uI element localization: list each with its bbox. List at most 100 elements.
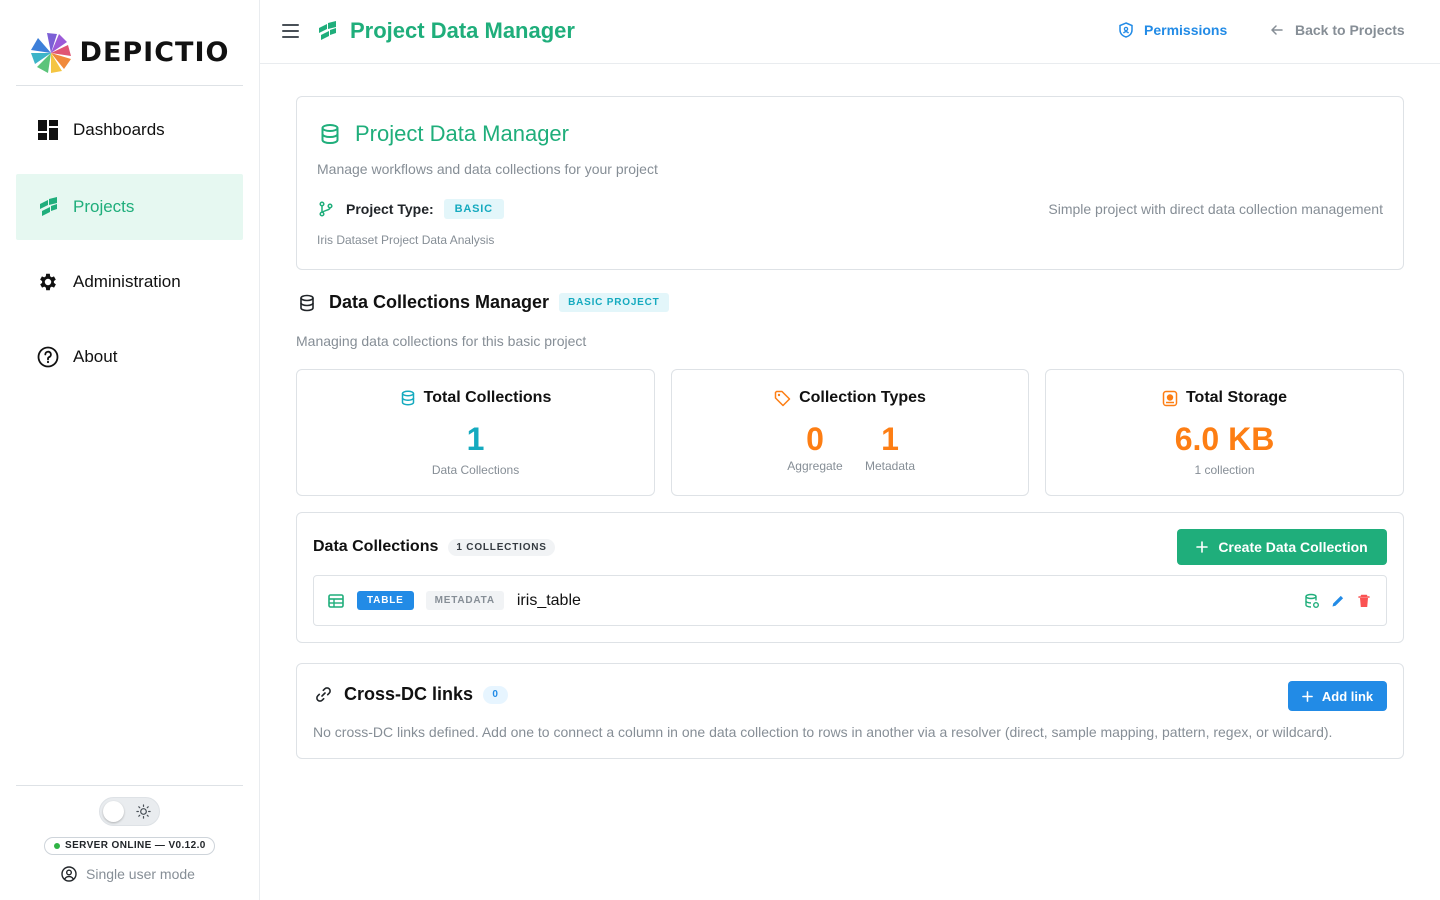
project-type-row: Project Type: BASIC [318,199,504,219]
app-logo[interactable]: DEPICTIO [16,20,243,86]
user-mode-text: Single user mode [86,866,195,882]
project-card-title: Project Data Manager [355,121,569,146]
stat-title: Total Collections [423,389,552,406]
stat-value: 6.0 KB [1174,421,1275,457]
data-collection-row[interactable]: TABLE METADATA iris_table [313,575,1387,626]
projects-icon [40,197,57,216]
aggregate-value: 0 [806,421,824,457]
dashboard-icon [38,120,58,140]
link-icon [316,687,331,702]
page-title: Project Data Manager [350,18,575,43]
logo-pinwheel-icon [30,32,71,73]
collection-type-badge: TABLE [357,591,414,610]
collection-meta-badge: METADATA [425,591,504,610]
project-type-badge: BASIC [443,199,504,219]
stat-title: Collection Types [799,389,926,406]
project-card-title-group: Project Data Manager [319,121,569,147]
data-collections-title: Data Collections [313,538,439,555]
project-info-card: Project Data Manager Manage workflows an… [296,96,1404,270]
total-storage-card: Total Storage 6.0 KB 1 collection [1045,369,1404,496]
menu-icon[interactable] [282,24,299,38]
stat-caption: Data Collections [431,463,520,477]
permissions-button[interactable]: Permissions [1118,22,1227,38]
stat-title: Total Storage [1185,389,1288,406]
database-icon [401,390,414,406]
git-branch-icon [319,201,333,217]
project-name: Iris Dataset Project Data Analysis [317,233,495,247]
metadata-value: 1 [881,421,899,457]
stat-caption: 1 collection [1194,463,1255,477]
create-data-collection-label: Create Data Collection [1218,539,1368,555]
project-type-label: Project Type: [346,201,434,217]
permissions-label: Permissions [1144,22,1228,38]
collection-name: iris_table [516,591,581,609]
stat-header: Total Storage [1046,389,1403,407]
data-collections-card: Data Collections 1 COLLECTIONS Create Da… [296,512,1404,643]
project-type-note: Simple project with direct data collecti… [1048,201,1383,217]
cross-dc-description: No cross-DC links defined. Add one to co… [313,724,1333,740]
project-card-description: Manage workflows and data collections fo… [317,161,658,177]
collections-count-badge: 1 COLLECTIONS [448,538,555,556]
add-link-button[interactable]: Add link [1288,681,1387,711]
logo-text: DEPICTIO [79,37,230,68]
metadata-label: Metadata [864,459,916,473]
sidebar-item-dashboards[interactable]: Dashboards [16,97,243,163]
data-collections-heading: Data Collections 1 COLLECTIONS [313,538,555,556]
collections-manager-heading: Data Collections Manager BASIC PROJECT [299,292,669,313]
hard-drive-icon [1162,390,1178,406]
database-icon [300,294,314,311]
sidebar: DEPICTIO Dashboards Projects Administrat… [0,0,260,900]
top-header: Project Data Manager Permissions Back to… [260,0,1440,64]
gear-icon [40,273,56,291]
stat-header: Collection Types [672,389,1028,407]
sidebar-item-about[interactable]: About [16,324,243,390]
theme-toggle[interactable] [99,797,160,826]
toggle-knob [103,801,124,822]
user-circle-icon [61,866,77,882]
trash-icon[interactable] [1356,593,1372,609]
create-data-collection-button[interactable]: Create Data Collection [1177,529,1387,565]
pencil-icon[interactable] [1330,593,1346,609]
back-label: Back to Projects [1295,22,1405,38]
row-actions [1294,593,1372,609]
aggregate-label: Aggregate [787,459,843,473]
project-kind-badge: BASIC PROJECT [559,293,669,312]
help-circle-icon [37,346,59,368]
tag-icon [774,390,791,406]
sidebar-item-label: Dashboards [73,120,165,139]
cross-dc-links-card: Cross-DC links 0 Add link No cross-DC li… [296,663,1404,759]
plus-icon [1301,690,1313,702]
sidebar-item-projects[interactable]: Projects [16,174,243,240]
sidebar-item-label: About [73,347,118,366]
cross-dc-count-badge: 0 [483,685,509,704]
projects-icon [319,21,336,40]
total-collections-card: Total Collections 1 Data Collections [296,369,655,496]
status-dot [54,843,60,849]
user-mode: Single user mode [61,866,195,882]
add-link-label: Add link [1321,688,1374,704]
aggregate-count: 0 Aggregate [780,421,850,473]
table-icon [328,593,344,608]
collection-types-card: Collection Types 0 Aggregate 1 Metadata [671,369,1029,496]
server-status-badge: SERVER ONLINE — V0.12.0 [44,837,215,855]
shield-icon [1119,22,1133,38]
server-status-text: SERVER ONLINE — V0.12.0 [65,840,206,851]
cross-dc-heading: Cross-DC links 0 [315,684,509,705]
metadata-count: 1 Metadata [855,421,925,473]
collections-manager-description: Managing data collections for this basic… [296,333,587,349]
arrow-left-icon [1271,25,1283,35]
sidebar-item-administration[interactable]: Administration [16,249,243,315]
stat-header: Total Collections [297,389,654,407]
sidebar-item-label: Projects [73,197,135,216]
collections-manager-title: Data Collections Manager [329,292,550,312]
plus-icon [1196,541,1209,553]
database-icon [321,124,339,145]
database-settings-icon[interactable] [1304,593,1320,609]
sidebar-item-label: Administration [73,272,181,291]
sun-icon [136,804,151,819]
stat-value: 1 [466,421,485,457]
header-title-group: Project Data Manager [316,18,575,44]
sidebar-footer: SERVER ONLINE — V0.12.0 Single user mode [16,785,243,900]
cross-dc-title: Cross-DC links [344,684,474,704]
back-to-projects-button[interactable]: Back to Projects [1269,22,1405,38]
